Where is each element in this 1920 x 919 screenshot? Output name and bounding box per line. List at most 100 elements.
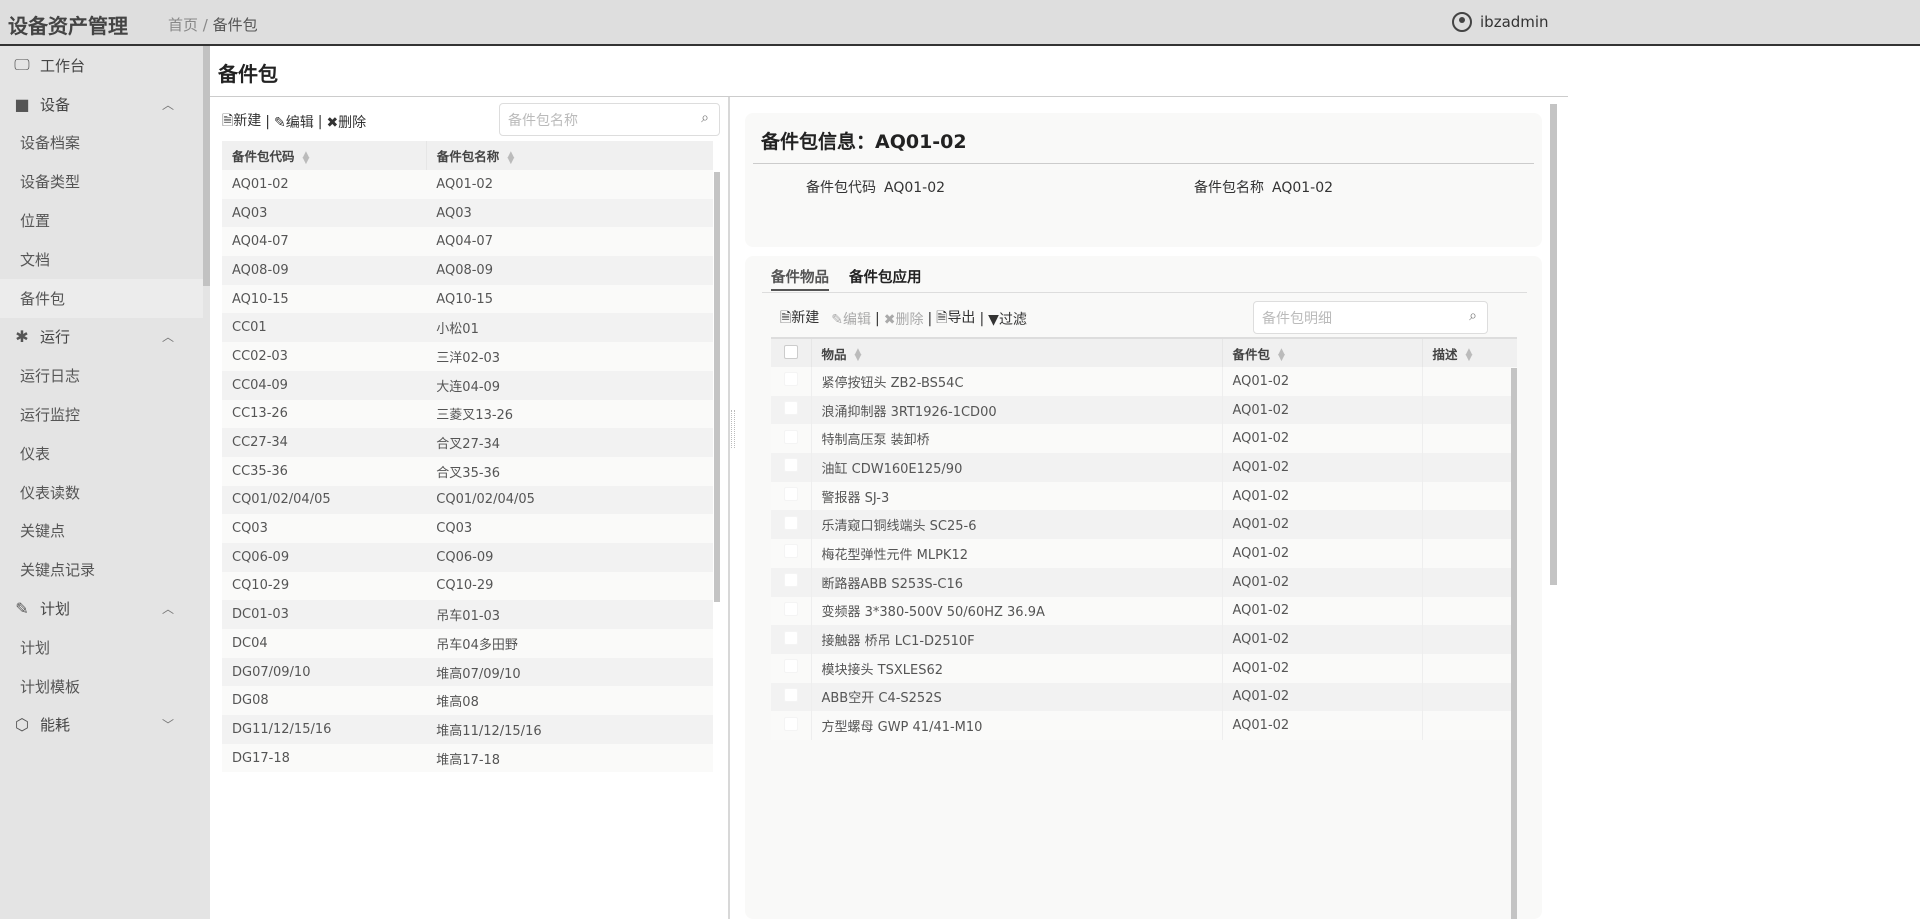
left-search-input[interactable]: 备件包名称 ⌕ (499, 103, 720, 136)
table-row[interactable]: 接触器 桥吊 LC1-D2510F AQ01-02 (771, 625, 1517, 654)
table-row[interactable]: CQ03 CQ03 (222, 514, 713, 543)
item-link[interactable]: 油缸 CDW160E125/90 (810, 453, 1222, 482)
new-button[interactable]: 🗎新建 (222, 110, 261, 134)
item-link[interactable]: 模块接头 TSXLES62 (810, 653, 1222, 683)
table-row[interactable]: ABB空开 C4-S252S AQ01-02 (771, 682, 1517, 712)
table-row[interactable]: DG17-18 堆高17-18 (222, 743, 713, 773)
row-checkbox[interactable] (771, 682, 811, 712)
table-row[interactable]: 警报器 SJ-3 AQ01-02 (771, 481, 1517, 511)
sidebar-item-12[interactable]: 关键点 (0, 512, 210, 551)
panel-splitter[interactable] (728, 97, 730, 919)
sidebar-item-13[interactable]: 关键点记录 (0, 550, 210, 589)
table-row[interactable]: AQ04-07 AQ04-07 (222, 227, 713, 257)
table-row[interactable]: CC27-34 合叉27-34 (222, 428, 713, 457)
row-checkbox[interactable] (771, 395, 811, 425)
sort-icon[interactable]: ▲ ▼ (507, 150, 514, 165)
table-row[interactable]: 断路器ABB S253S-C16 AQ01-02 (771, 567, 1517, 597)
row-checkbox[interactable] (771, 596, 811, 626)
row-checkbox[interactable] (771, 711, 811, 740)
table-row[interactable]: AQ01-02 AQ01-02 (222, 170, 713, 199)
table-row[interactable]: CQ10-29 CQ10-29 (222, 571, 713, 601)
sidebar-item-16[interactable]: 计划模板 (0, 667, 210, 706)
item-link[interactable]: 接触器 桥吊 LC1-D2510F (810, 625, 1222, 654)
column-header[interactable]: 备件包 ▲ ▼ (1221, 337, 1422, 367)
sidebar-item-4[interactable]: 位置 (0, 201, 210, 240)
row-checkbox[interactable] (771, 625, 811, 654)
sidebar-item-9[interactable]: 运行监控 (0, 395, 210, 434)
chevron-down-icon[interactable]: ﹀ (162, 716, 174, 733)
table-row[interactable]: 紧停按钮头 ZB2-BS54C AQ01-02 (771, 367, 1517, 396)
sort-icon[interactable]: ▲ ▼ (303, 150, 310, 165)
sidebar-item-14[interactable]: ✎ 计划 ︿ (0, 589, 210, 628)
table-row[interactable]: DG07/09/10 堆高07/09/10 (222, 657, 713, 687)
sort-icon[interactable]: ▲ ▼ (1278, 348, 1285, 363)
item-link[interactable]: 浪涌抑制器 3RT1926-1CD00 (810, 395, 1222, 425)
column-header[interactable]: 备件包代码 ▲ ▼ (222, 141, 427, 170)
table-row[interactable]: CC02-03 三洋02-03 (222, 342, 713, 371)
sidebar-item-0[interactable]: 🖵 工作台 (0, 46, 210, 85)
chevron-up-icon[interactable]: ︿ (162, 328, 174, 345)
sidebar-item-7[interactable]: ✱ 运行 ︿ (0, 318, 210, 357)
row-checkbox[interactable] (771, 510, 811, 540)
export-button[interactable]: 🗎导出 (936, 307, 975, 331)
sidebar-item-15[interactable]: 计划 (0, 628, 210, 667)
table-row[interactable]: 梅花型弹性元件 MLPK12 AQ01-02 (771, 539, 1517, 568)
table-row[interactable]: CC04-09 大连04-09 (222, 370, 713, 400)
row-checkbox[interactable] (771, 539, 811, 568)
sort-icon[interactable]: ▲ ▼ (1466, 348, 1473, 363)
new-button[interactable]: 🗎新建 (780, 307, 819, 331)
table-row[interactable]: 油缸 CDW160E125/90 AQ01-02 (771, 453, 1517, 482)
item-link[interactable]: 警报器 SJ-3 (810, 481, 1222, 511)
sidebar-item-3[interactable]: 设备类型 (0, 162, 210, 201)
table-row[interactable]: CC13-26 三菱叉13-26 (222, 399, 713, 429)
sidebar-item-17[interactable]: ⬡ 能耗 ﹀ (0, 706, 210, 745)
chevron-up-icon[interactable]: ︿ (162, 96, 174, 113)
table-row[interactable]: CQ01/02/04/05 CQ01/02/04/05 (222, 485, 713, 515)
table-row[interactable]: 方型螺母 GWP 41/41-M10 AQ01-02 (771, 711, 1517, 740)
sidebar-item-1[interactable]: ■ 设备 ︿ (0, 85, 210, 124)
item-link[interactable]: 断路器ABB S253S-C16 (810, 567, 1222, 597)
table-row[interactable]: AQ10-15 AQ10-15 (222, 284, 713, 314)
sidebar-item-2[interactable]: 设备档案 (0, 124, 210, 163)
sidebar-item-6[interactable]: 备件包 (0, 278, 203, 318)
row-checkbox[interactable] (771, 481, 811, 511)
column-header[interactable]: 描述 ▲ ▼ (1421, 337, 1517, 367)
splitter-grip-icon[interactable] (731, 410, 735, 448)
breadcrumb-home[interactable]: 首页 (168, 16, 198, 34)
table-row[interactable]: DC01-03 吊车01-03 (222, 600, 713, 629)
sidebar-scrollbar[interactable] (203, 46, 210, 286)
table-row[interactable]: CQ06-09 CQ06-09 (222, 542, 713, 572)
table-row[interactable]: 浪涌抑制器 3RT1926-1CD00 AQ01-02 (771, 395, 1517, 425)
item-link[interactable]: 特制高压泵 装卸桥 (810, 424, 1222, 454)
item-link[interactable]: ABB空开 C4-S252S (810, 682, 1222, 712)
table-row[interactable]: 乐清窥口铜线端头 SC25-6 AQ01-02 (771, 510, 1517, 540)
table-row[interactable]: DG08 堆高08 (222, 686, 713, 716)
table-row[interactable]: AQ08-09 AQ08-09 (222, 256, 713, 285)
item-link[interactable]: 方型螺母 GWP 41/41-M10 (810, 711, 1222, 740)
item-link[interactable]: 变频器 3*380-500V 50/60HZ 36.9A (810, 596, 1222, 626)
search-icon[interactable]: ⌕ (1469, 308, 1477, 324)
table-row[interactable]: DG11/12/15/16 堆高11/12/15/16 (222, 715, 713, 744)
sidebar-item-11[interactable]: 仪表读数 (0, 473, 210, 512)
sidebar-item-10[interactable]: 仪表 (0, 434, 210, 473)
tab-items[interactable]: 备件物品 (771, 266, 829, 291)
row-checkbox[interactable] (771, 653, 811, 683)
left-table-scrollbar[interactable] (714, 172, 720, 602)
delete-button[interactable]: ✖删除 (326, 112, 366, 132)
search-icon[interactable]: ⌕ (701, 110, 709, 126)
delete-button[interactable]: ✖删除 (884, 309, 924, 329)
column-header[interactable]: 备件包名称 ▲ ▼ (425, 141, 713, 170)
right-panel-scrollbar[interactable] (1550, 104, 1557, 585)
edit-button[interactable]: ✎编辑 (274, 112, 314, 132)
item-link[interactable]: 梅花型弹性元件 MLPK12 (810, 539, 1222, 568)
sidebar-item-5[interactable]: 文档 (0, 240, 210, 279)
table-row[interactable]: CC35-36 合叉35-36 (222, 456, 713, 486)
user-menu[interactable]: ibzadmin (1452, 12, 1549, 32)
row-checkbox[interactable] (771, 367, 811, 396)
item-link[interactable]: 乐清窥口铜线端头 SC25-6 (810, 510, 1222, 540)
table-row[interactable]: 特制高压泵 装卸桥 AQ01-02 (771, 424, 1517, 454)
sidebar-item-8[interactable]: 运行日志 (0, 356, 210, 395)
item-link[interactable]: 紧停按钮头 ZB2-BS54C (810, 367, 1222, 396)
detail-search-input[interactable]: 备件包明细 ⌕ (1253, 301, 1488, 334)
table-row[interactable]: CC01 小松01 (222, 313, 713, 343)
